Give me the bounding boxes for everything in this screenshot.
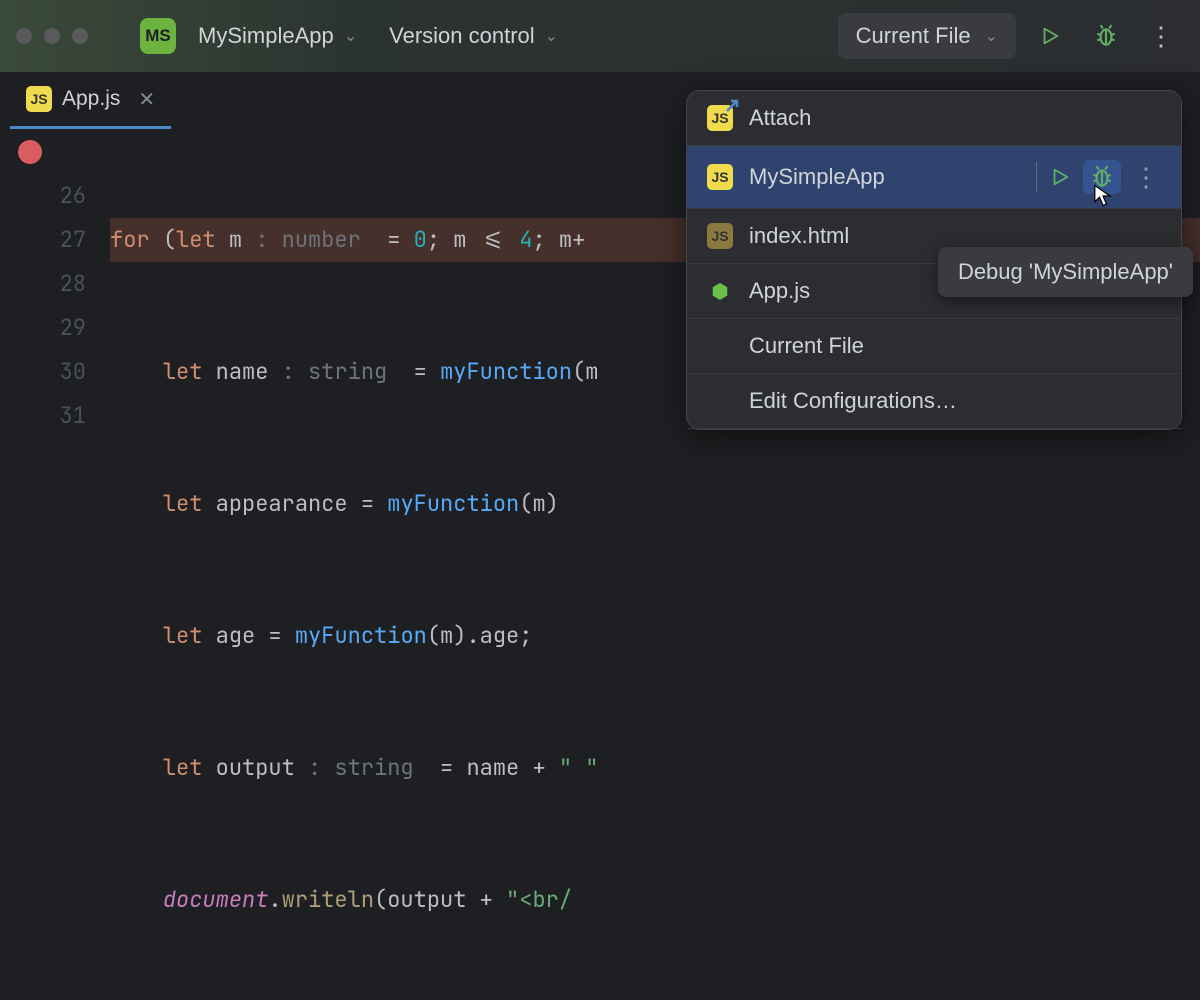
project-badge: MS — [140, 18, 176, 54]
chevron-down-icon: ⌄ — [985, 26, 998, 46]
minimize-window-dot[interactable] — [44, 28, 60, 44]
code-line: let age = myFunction(m).age; — [110, 614, 1200, 658]
code-line: let appearance = myFunction(m) — [110, 482, 1200, 526]
bug-icon — [1089, 164, 1115, 190]
vcs-dropdown[interactable]: Version control ⌄ — [379, 17, 568, 55]
project-dropdown[interactable]: MySimpleApp ⌄ — [188, 17, 367, 55]
more-button[interactable]: ⋮ — [1140, 14, 1184, 58]
debug-button[interactable] — [1084, 14, 1128, 58]
gutter-line[interactable] — [0, 130, 86, 174]
gutter: 26 27 28 29 30 31 — [0, 130, 100, 500]
debug-button-inline[interactable] — [1083, 160, 1121, 194]
code-line: let output : string = name + " " — [110, 746, 1200, 790]
popup-item-label: Edit Configurations… — [749, 388, 1161, 414]
bug-icon — [1093, 23, 1119, 49]
popup-item-mysimpleapp[interactable]: JS MySimpleApp ⋮ — [687, 146, 1181, 209]
gutter-line[interactable]: 31 — [0, 394, 86, 438]
maximize-window-dot[interactable] — [72, 28, 88, 44]
chevron-down-icon: ⌄ — [344, 26, 357, 46]
vertical-dots-icon: ⋮ — [1148, 21, 1176, 52]
run-config-popup: JS Attach JS MySimpleApp ⋮ JS index.html… — [686, 90, 1182, 430]
run-button[interactable] — [1028, 14, 1072, 58]
code-line: document.writeln(output + "<br/ — [110, 878, 1200, 922]
chevron-down-icon: ⌄ — [545, 26, 558, 46]
play-icon — [1039, 25, 1061, 47]
gutter-line[interactable]: 27 — [0, 218, 86, 262]
nodejs-icon: ⬢ — [707, 278, 733, 304]
js-file-icon: JS — [707, 164, 733, 190]
popup-item-currentfile[interactable]: Current File — [687, 319, 1181, 374]
popup-item-label: MySimpleApp — [749, 164, 1020, 190]
attach-icon: JS — [707, 105, 733, 131]
gutter-line[interactable]: 26 — [0, 174, 86, 218]
close-window-dot[interactable] — [16, 28, 32, 44]
vertical-dots-icon[interactable]: ⋮ — [1133, 162, 1161, 193]
close-icon[interactable]: ✕ — [138, 87, 155, 112]
tooltip: Debug 'MySimpleApp' — [938, 247, 1193, 297]
gutter-line[interactable]: 29 — [0, 306, 86, 350]
vcs-label: Version control — [389, 23, 535, 49]
popup-item-attach[interactable]: JS Attach — [687, 91, 1181, 146]
gutter-line[interactable]: 30 — [0, 350, 86, 394]
popup-item-editconfigs[interactable]: Edit Configurations… — [687, 374, 1181, 429]
titlebar: MS MySimpleApp ⌄ Version control ⌄ Curre… — [0, 0, 1200, 72]
breakpoint-icon[interactable] — [18, 140, 42, 164]
popup-item-label: index.html — [749, 223, 1161, 249]
tab-filename: App.js — [62, 87, 120, 111]
popup-item-label: Current File — [749, 333, 1161, 359]
run-config-label: Current File — [856, 23, 971, 49]
project-name: MySimpleApp — [198, 23, 334, 49]
editor-tab[interactable]: JS App.js ✕ — [10, 72, 171, 129]
run-config-selector[interactable]: Current File ⌄ — [838, 13, 1016, 59]
js-file-icon: JS — [26, 86, 52, 112]
row-actions: ⋮ — [1036, 160, 1161, 194]
popup-item-label: Attach — [749, 105, 1161, 131]
window-controls — [16, 28, 88, 44]
gutter-line[interactable]: 28 — [0, 262, 86, 306]
play-icon[interactable] — [1049, 166, 1071, 188]
js-file-icon: JS — [707, 223, 733, 249]
